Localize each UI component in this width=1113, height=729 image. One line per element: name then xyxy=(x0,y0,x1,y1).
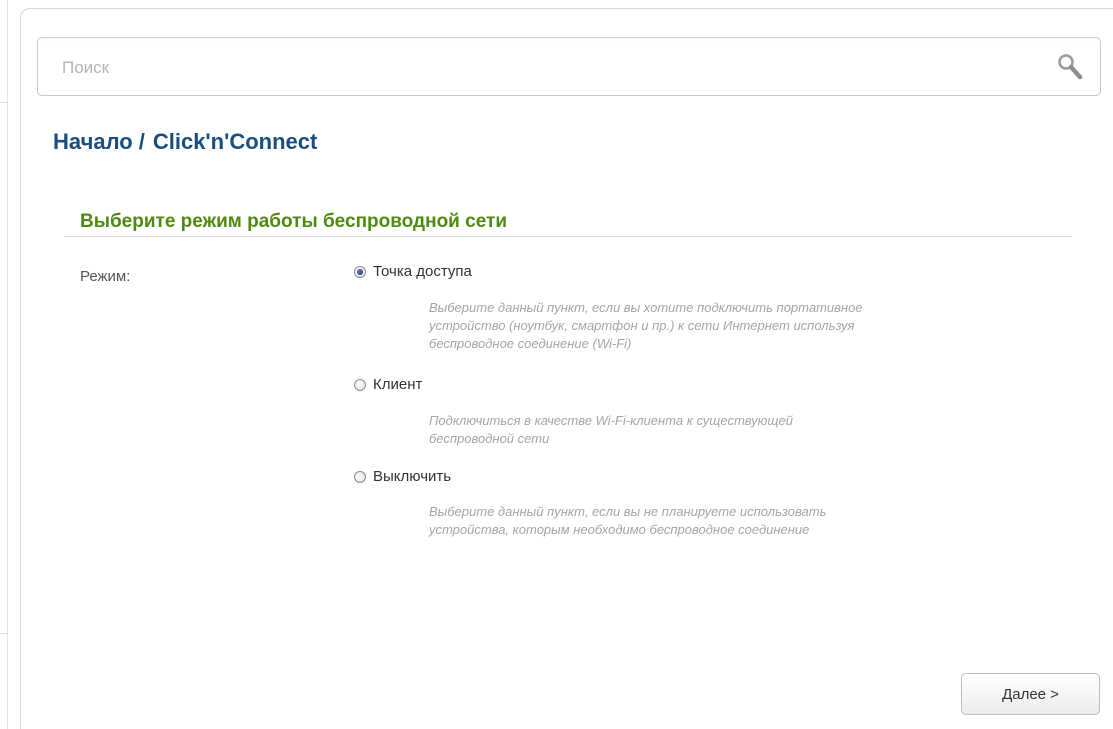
search-icon[interactable] xyxy=(1056,52,1084,82)
breadcrumb-current: Click'n'Connect xyxy=(152,129,318,154)
mode-label: Режим: xyxy=(80,268,131,285)
radio-button-access-point[interactable] xyxy=(354,265,366,278)
option-description-access-point: Выберите данный пункт, если вы хотите по… xyxy=(429,299,1029,353)
description-line: Подключиться в качестве Wi-Fi-клиента к … xyxy=(429,413,793,428)
search-box[interactable] xyxy=(37,37,1101,97)
description-line: устройства, которым необходимо беспровод… xyxy=(429,522,810,537)
radio-label-access-point[interactable]: Точка доступа xyxy=(373,263,472,280)
description-line: Выберите данный пункт, если вы не планир… xyxy=(429,504,827,519)
content-panel xyxy=(20,8,1113,729)
radio-button-client[interactable] xyxy=(354,378,366,391)
description-line: Выберите данный пункт, если вы хотите по… xyxy=(429,300,863,315)
description-line: беспроводной сети xyxy=(429,431,550,446)
option-description-client: Подключиться в качестве Wi-Fi-клиента к … xyxy=(429,412,1029,448)
search-input[interactable] xyxy=(60,38,1024,97)
description-line: беспроводное соединение (Wi-Fi) xyxy=(429,336,632,351)
radio-option-disable[interactable]: Выключить xyxy=(354,468,451,485)
radio-label-client[interactable]: Клиент xyxy=(373,376,422,393)
next-button[interactable]: Далее > xyxy=(961,673,1100,715)
radio-button-disable[interactable] xyxy=(354,470,366,483)
radio-option-client[interactable]: Клиент xyxy=(354,376,422,393)
breadcrumb-separator: / xyxy=(138,129,145,154)
description-line: устройство (ноутбук, смартфон и пр.) к с… xyxy=(429,318,855,333)
option-description-disable: Выберите данный пункт, если вы не планир… xyxy=(429,503,1029,539)
breadcrumb-home[interactable]: Начало xyxy=(53,129,133,154)
section-divider xyxy=(64,236,1072,237)
left-sidebar-edge xyxy=(0,0,8,729)
radio-option-access-point[interactable]: Точка доступа xyxy=(354,263,472,280)
section-title: Выберите режим работы беспроводной сети xyxy=(80,211,508,232)
breadcrumb: Начало / Click'n'Connect xyxy=(53,129,317,159)
sidebar-divider xyxy=(0,633,8,634)
radio-label-disable[interactable]: Выключить xyxy=(373,468,451,485)
sidebar-divider xyxy=(0,102,8,103)
